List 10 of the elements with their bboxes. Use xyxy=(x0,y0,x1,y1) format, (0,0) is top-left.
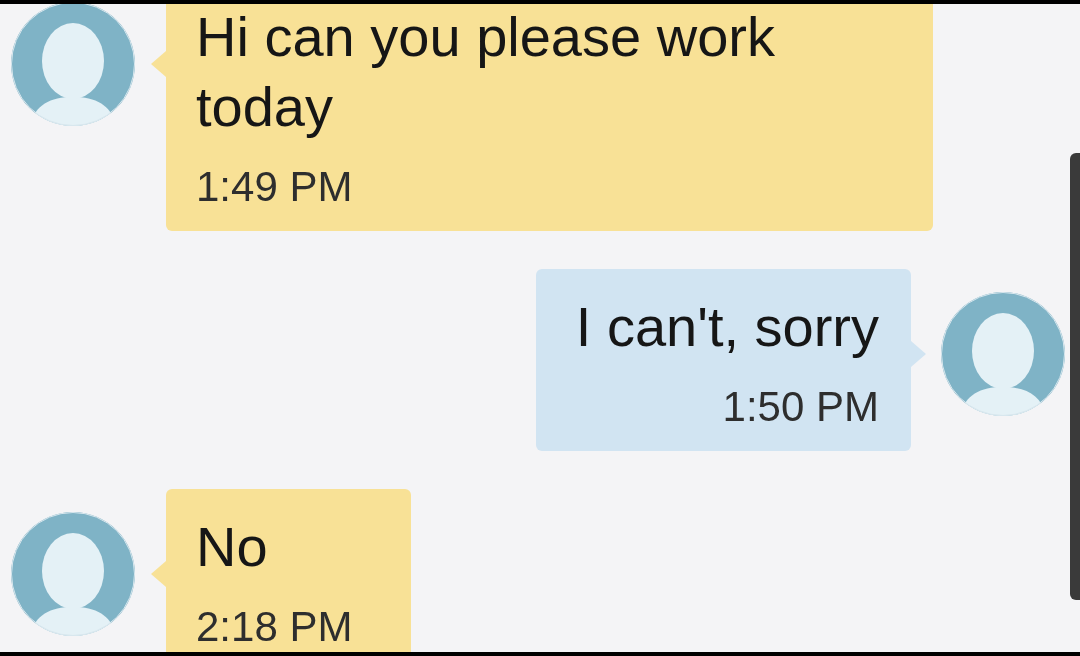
message-text: I can't, sorry xyxy=(575,294,879,360)
avatar-icon xyxy=(10,511,136,637)
message-time: 1:49 PM xyxy=(196,162,354,212)
message-text: No xyxy=(196,514,269,580)
message-time: 1:50 PM xyxy=(721,382,879,432)
avatar-icon xyxy=(940,291,1066,417)
message-time: 2:18 PM xyxy=(196,602,354,652)
avatar-icon xyxy=(10,4,136,127)
scrollbar[interactable] xyxy=(1070,153,1080,600)
message-text: Hi can you please work today xyxy=(196,4,776,140)
